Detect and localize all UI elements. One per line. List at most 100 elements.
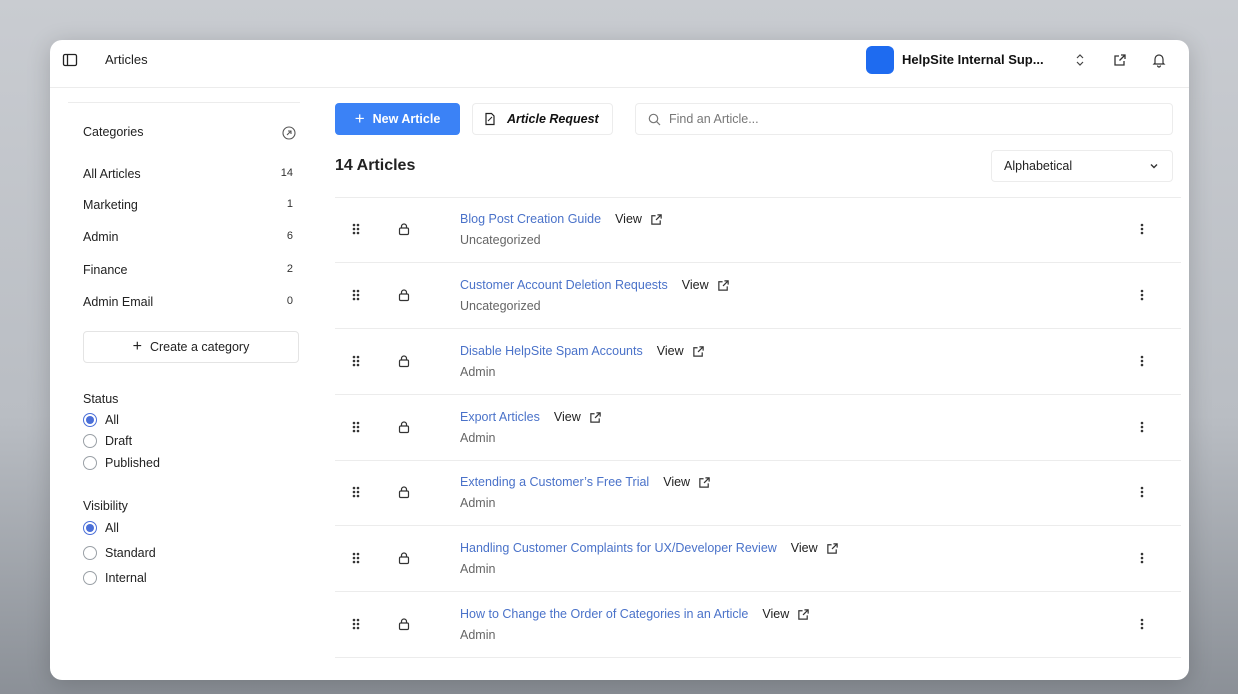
external-link-icon: [650, 213, 663, 226]
category-item-admin[interactable]: Admin 6: [83, 230, 293, 244]
visibility-radio-standard[interactable]: Standard: [83, 546, 156, 560]
sort-selected-label: Alphabetical: [1004, 159, 1073, 173]
radio-label: Published: [105, 456, 160, 470]
table-row: Disable HelpSite Spam Accounts View Admi…: [335, 330, 1181, 395]
radio-unchecked[interactable]: [83, 571, 97, 585]
app-window: Articles HelpSite Internal Sup... Catego…: [50, 40, 1189, 680]
radio-label: All: [105, 521, 119, 535]
external-link-icon: [692, 345, 705, 358]
view-article-button[interactable]: View: [554, 410, 602, 424]
top-bar: Articles HelpSite Internal Sup...: [50, 40, 1189, 88]
more-options-icon[interactable]: [1139, 420, 1145, 434]
drag-handle-icon[interactable]: [351, 485, 361, 499]
article-request-button[interactable]: Article Request: [472, 103, 613, 135]
table-row: Customer Account Deletion Requests View …: [335, 264, 1181, 329]
visibility-radio-internal[interactable]: Internal: [83, 571, 147, 585]
category-name: Finance: [83, 263, 128, 277]
external-link-icon: [826, 542, 839, 555]
article-title-link[interactable]: Blog Post Creation Guide: [460, 212, 601, 226]
status-radio-all[interactable]: All: [83, 413, 119, 427]
radio-unchecked[interactable]: [83, 546, 97, 560]
category-count: 1: [286, 198, 293, 210]
site-logo[interactable]: [866, 46, 894, 74]
view-article-button[interactable]: View: [663, 475, 711, 489]
view-label: View: [681, 278, 709, 292]
article-title-link[interactable]: Disable HelpSite Spam Accounts: [460, 344, 643, 358]
new-article-button[interactable]: + New Article: [335, 103, 460, 135]
visibility-radio-all[interactable]: All: [83, 521, 119, 535]
view-article-button[interactable]: View: [762, 607, 810, 621]
page-title: Articles: [105, 52, 148, 67]
more-options-icon[interactable]: [1139, 288, 1145, 302]
external-link-icon: [797, 608, 810, 621]
status-radio-published[interactable]: Published: [83, 456, 160, 470]
more-options-icon[interactable]: [1139, 551, 1145, 565]
site-switcher-name[interactable]: HelpSite Internal Sup...: [902, 52, 1044, 67]
article-category: Admin: [460, 496, 496, 510]
radio-unchecked[interactable]: [83, 456, 97, 470]
view-article-button[interactable]: View: [682, 278, 730, 292]
drag-handle-icon[interactable]: [351, 617, 361, 631]
more-options-icon[interactable]: [1139, 354, 1145, 368]
lock-icon: [397, 222, 411, 236]
article-category: Admin: [460, 365, 496, 379]
more-options-icon[interactable]: [1139, 485, 1145, 499]
drag-handle-icon[interactable]: [351, 420, 361, 434]
radio-checked[interactable]: [83, 413, 97, 427]
view-article-button[interactable]: View: [791, 541, 839, 555]
lock-icon: [397, 551, 411, 565]
more-options-icon[interactable]: [1139, 222, 1145, 236]
category-item-admin-email[interactable]: Admin Email 0: [83, 295, 293, 309]
bell-icon[interactable]: [1151, 52, 1167, 68]
drag-handle-icon[interactable]: [351, 222, 361, 236]
chevron-up-down-icon[interactable]: [1072, 52, 1088, 68]
plus-icon: +: [354, 109, 365, 128]
article-category: Uncategorized: [460, 233, 541, 247]
sidebar-toggle-icon[interactable]: [62, 52, 78, 68]
categories-export-icon[interactable]: [282, 126, 296, 140]
view-article-button[interactable]: View: [615, 212, 663, 226]
article-title-link[interactable]: How to Change the Order of Categories in…: [460, 607, 748, 621]
radio-label: Standard: [105, 546, 156, 560]
search-box: [635, 103, 1173, 135]
view-label: View: [790, 541, 818, 555]
category-count: 2: [286, 263, 293, 275]
category-item-finance[interactable]: Finance 2: [83, 263, 293, 277]
category-item-all-articles[interactable]: All Articles 14: [83, 167, 293, 181]
article-title-link[interactable]: Customer Account Deletion Requests: [460, 278, 668, 292]
drag-handle-icon[interactable]: [351, 354, 361, 368]
status-radio-draft[interactable]: Draft: [83, 434, 132, 448]
articles-count-title: 14 Articles: [335, 157, 416, 174]
external-link-icon: [717, 279, 730, 292]
article-category: Admin: [460, 562, 496, 576]
external-link-icon: [589, 411, 602, 424]
drag-handle-icon[interactable]: [351, 551, 361, 565]
search-icon: [648, 113, 661, 126]
table-row: Blog Post Creation Guide View Uncategori…: [335, 198, 1181, 263]
article-title-link[interactable]: Handling Customer Complaints for UX/Deve…: [460, 541, 777, 555]
radio-checked[interactable]: [83, 521, 97, 535]
more-options-icon[interactable]: [1139, 617, 1145, 631]
lock-icon: [397, 420, 411, 434]
table-row: How to Change the Order of Categories in…: [335, 593, 1181, 658]
article-category: Admin: [460, 628, 496, 642]
external-link-icon[interactable]: [1112, 52, 1128, 68]
view-label: View: [762, 607, 790, 621]
radio-label: All: [105, 413, 119, 427]
view-label: View: [663, 475, 691, 489]
category-item-marketing[interactable]: Marketing 1: [83, 198, 293, 212]
create-category-button[interactable]: + Create a category: [83, 331, 299, 363]
article-title-link[interactable]: Export Articles: [460, 410, 540, 424]
document-icon: [483, 112, 497, 126]
radio-unchecked[interactable]: [83, 434, 97, 448]
external-link-icon: [698, 476, 711, 489]
view-article-button[interactable]: View: [657, 344, 705, 358]
drag-handle-icon[interactable]: [351, 288, 361, 302]
view-label: View: [656, 344, 684, 358]
category-name: Admin: [83, 230, 119, 244]
search-input[interactable]: [669, 112, 1149, 126]
article-title-link[interactable]: Extending a Customer’s Free Trial: [460, 475, 649, 489]
categories-title: Categories: [83, 125, 144, 139]
plus-icon: +: [132, 338, 142, 355]
sort-select[interactable]: Alphabetical: [991, 150, 1173, 182]
